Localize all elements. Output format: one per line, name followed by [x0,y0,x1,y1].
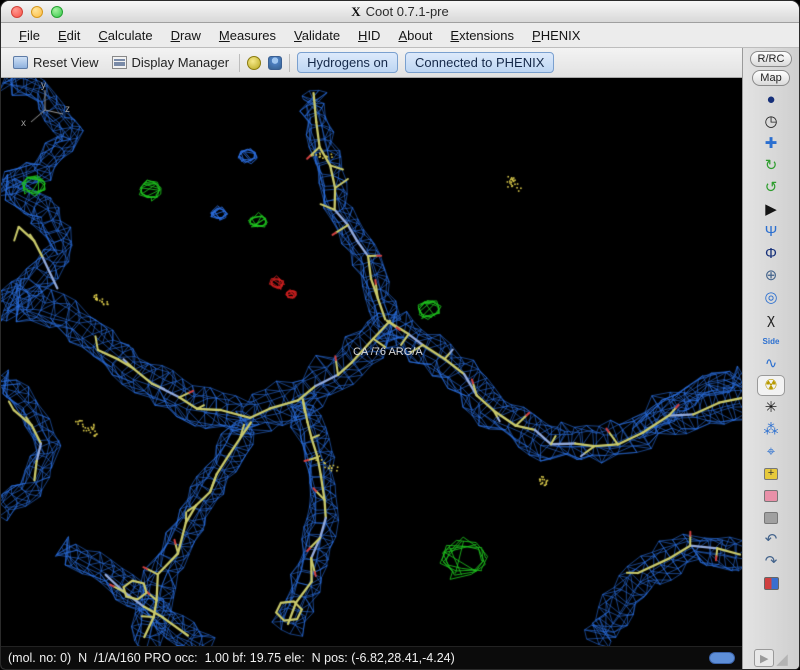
x11-icon: X [351,3,361,19]
reset-view-label: Reset View [33,55,99,70]
menu-item-measures[interactable]: Measures [211,26,284,45]
add-residue-box-icon: + [764,467,778,480]
add-residue-icon[interactable]: + [757,463,785,484]
main-toolbar: Reset View Display Manager Hydrogens on … [1,48,742,78]
map-button[interactable]: Map [752,70,790,86]
menu-item-file[interactable]: File [11,26,48,45]
sphere-refine-icon[interactable]: ◎ [757,287,785,308]
radiation-icon[interactable]: ☢ [757,375,785,396]
viewport-canvas[interactable] [1,78,742,646]
status-text: (mol. no: 0) N /1/A/160 PRO occ: 1.00 bf… [8,651,455,665]
window-controls [11,6,63,18]
display-manager-label: Display Manager [131,55,230,70]
go-to-residue-icon[interactable] [268,55,283,70]
display-flag-icon[interactable] [757,573,785,594]
side-chain-icon[interactable]: Side [757,331,785,352]
jiggle-fit-icon[interactable]: ∿ [757,353,785,374]
right-toolbar: R/RC Map ● ◷ ✚ ↻ ↺ ▶ Ψ Φ ⊕ ◎ χ Side ∿ ☢ … [742,48,799,669]
menu-item-edit[interactable]: Edit [50,26,88,45]
display-manager-icon [111,56,127,69]
r-rc-button[interactable]: R/RC [749,51,793,67]
undo-icon[interactable]: ↶ [757,529,785,550]
menu-item-about[interactable]: About [390,26,440,45]
window-title: Coot 0.7.1-pre [365,4,449,19]
trash-box-icon [764,511,778,524]
residue-label: CA /76 ARG/A [353,346,423,358]
minimize-button[interactable] [31,6,43,18]
eraser-icon[interactable] [757,485,785,506]
toolbar-separator [239,53,241,72]
reset-view-icon [13,56,28,69]
axis-z-label: z [65,104,70,115]
phenix-connection-toggle[interactable]: Connected to PHENIX [405,52,555,73]
flag-box-icon [763,577,779,590]
play-icon[interactable]: ▶ [757,199,785,220]
find-ligand-icon[interactable]: ⌖ [757,441,785,462]
torsion-icon[interactable]: ↺ [757,177,785,198]
viewport: y z x CA /76 ARG/A [1,78,742,646]
kill-sidechain-icon[interactable]: ✳ [757,397,785,418]
expander-triangle-icon[interactable]: ▶ [754,649,775,667]
close-button[interactable] [11,6,23,18]
axis-x-label: x [21,118,26,129]
status-bar: (mol. no: 0) N /1/A/160 PRO occ: 1.00 bf… [1,646,742,669]
rotamer-icon[interactable]: Ψ [757,221,785,242]
go-to-atom-icon[interactable] [247,55,262,70]
menu-item-calculate[interactable]: Calculate [90,26,160,45]
redo-icon[interactable]: ↷ [757,551,785,572]
delete-item-icon[interactable] [757,507,785,528]
sphere-icon[interactable]: ● [757,89,785,110]
display-manager-button[interactable]: Display Manager [109,53,233,72]
scrollbar-thumb[interactable] [709,652,735,664]
coot-window: X Coot 0.7.1-pre File Edit Calculate Dra… [0,0,800,670]
menu-item-hid[interactable]: HID [350,26,388,45]
resize-grip-icon[interactable]: ◢ [776,652,788,667]
eraser-box-icon [764,489,778,502]
menu-item-validate[interactable]: Validate [286,26,348,45]
hydrogens-toggle[interactable]: Hydrogens on [297,52,399,73]
add-terminal-residue-icon[interactable]: ⊕ [757,265,785,286]
add-waters-icon[interactable]: ⁂ [757,419,785,440]
menu-item-draw[interactable]: Draw [163,26,209,45]
zoom-button[interactable] [51,6,63,18]
menu-item-extensions[interactable]: Extensions [442,26,522,45]
mutate-icon[interactable]: Φ [757,243,785,264]
reset-view-button[interactable]: Reset View [10,53,102,72]
clock-icon[interactable]: ◷ [757,111,785,132]
move-atoms-icon[interactable]: ✚ [757,133,785,154]
menu-bar: File Edit Calculate Draw Measures Valida… [1,23,799,48]
axis-y-label: y [41,80,46,91]
rotate-zone-icon[interactable]: ↻ [757,155,785,176]
title-bar: X Coot 0.7.1-pre [1,1,799,23]
chi-angles-icon[interactable]: χ [757,309,785,330]
menu-item-phenix[interactable]: PHENIX [524,26,588,45]
toolbar-separator [289,53,291,72]
